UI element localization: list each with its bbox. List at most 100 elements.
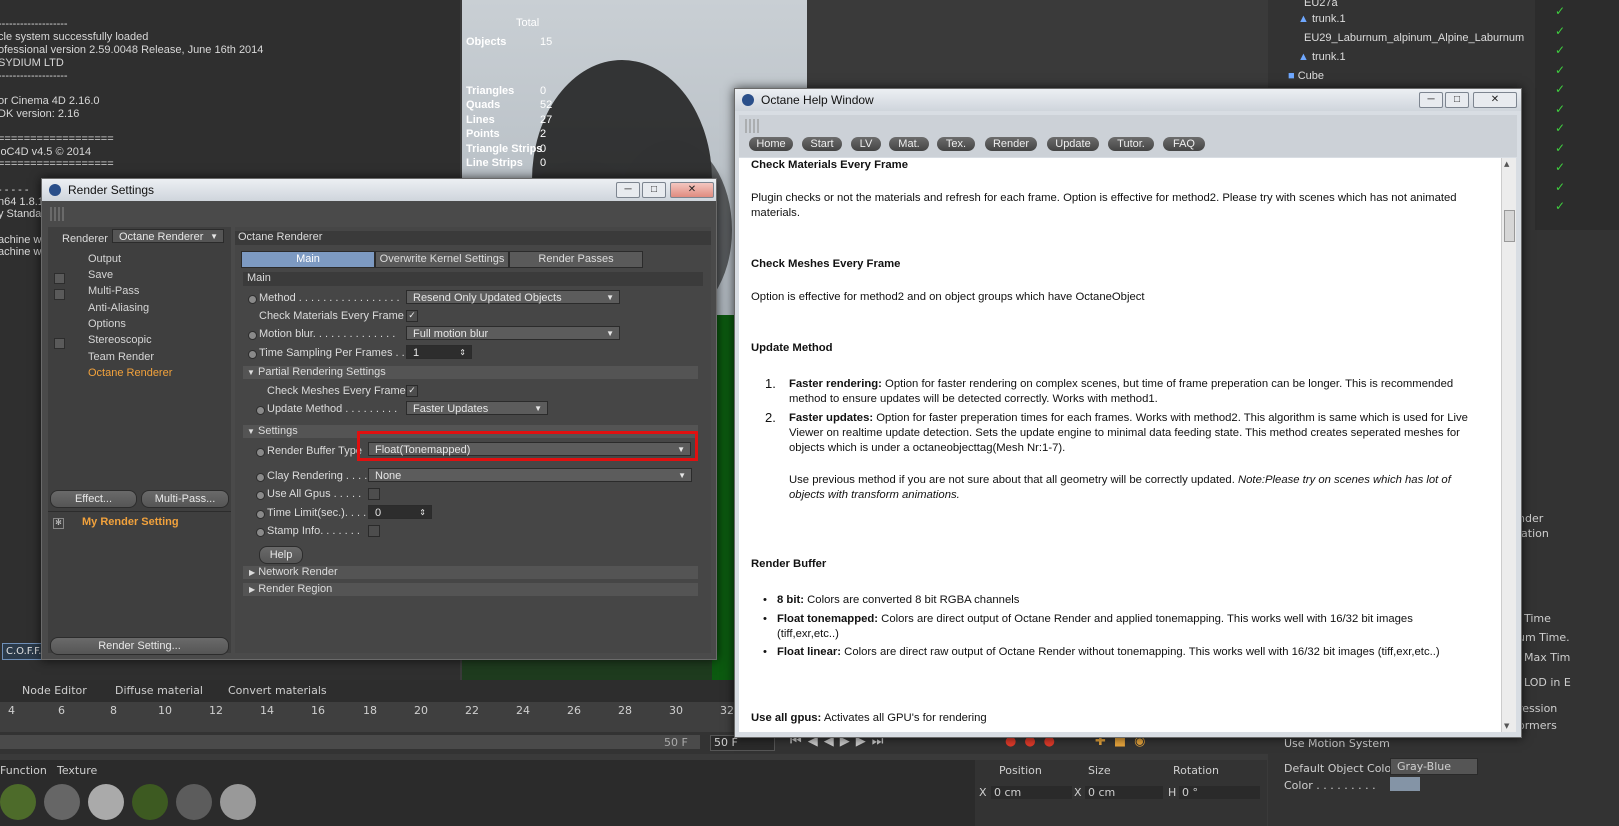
tab-node-editor[interactable]: Node Editor [22,684,87,697]
stat-label: Objects [466,36,507,48]
motion-blur-radio[interactable] [248,331,257,340]
render-region-section[interactable]: ▶ Render Region [243,583,698,596]
sidebar-item-team-render[interactable]: Team Render [88,351,154,363]
menu-texture[interactable]: Texture [57,764,97,777]
stepper-icon[interactable]: ⇕ [459,346,466,360]
sidebar-item-stereoscopic[interactable]: Stereoscopic [88,334,152,346]
rotation-h-field[interactable]: 0 ° [1179,786,1260,799]
position-x-field[interactable]: 0 cm [991,786,1072,799]
expand-icon: ▶ [249,568,256,577]
check-meshes-checkbox[interactable]: ✓ [406,385,418,397]
update-method-dropdown[interactable]: Faster Updates ▼ [406,401,548,415]
render-setting-button[interactable]: Render Setting... [50,637,229,655]
size-x-field[interactable]: 0 cm [1085,786,1163,799]
maximize-button[interactable]: □ [1445,92,1469,108]
object-item[interactable]: EU29_Laburnum_alpinum_Alpine_Laburnum [1304,29,1524,47]
object-item[interactable]: ■ Cube [1288,67,1324,85]
maximize-button[interactable]: □ [642,182,666,198]
tick-label: 30 [669,704,683,717]
default-color-dropdown[interactable]: Gray-Blue [1390,758,1478,775]
nav-lv-button[interactable]: LV [851,137,881,151]
grip-icon[interactable] [745,119,761,133]
color-swatch[interactable] [1390,777,1420,791]
time-sampling-field[interactable]: 1 ⇕ [406,345,472,359]
object-item[interactable]: ▲ trunk.1 [1298,10,1346,28]
method-dropdown[interactable]: Resend Only Updated Objects ▼ [406,290,620,304]
effect-button[interactable]: Effect... [50,490,137,508]
clay-radio[interactable] [256,473,265,482]
render-settings-titlebar[interactable]: Render Settings ─ □ ✕ [42,179,716,201]
coord-axis: X [1074,786,1082,799]
nav-mat-button[interactable]: Mat. [889,137,929,151]
stamp-checkbox[interactable] [368,525,380,537]
minimize-button[interactable]: ─ [616,182,640,198]
renderer-dropdown[interactable]: Octane Renderer ▼ [112,229,224,243]
tick-label: 18 [363,704,377,717]
multipass-checkbox[interactable] [54,289,65,300]
all-gpus-radio[interactable] [256,491,265,500]
timeline-ruler[interactable]: 4 6 8 10 12 14 16 18 20 22 24 26 28 30 3… [0,702,735,732]
scroll-down-icon[interactable]: ▼ [1504,722,1509,730]
coord-header-size: Size [1088,764,1111,777]
tab-diffuse-material[interactable]: Diffuse material [115,684,203,697]
network-render-section[interactable]: ▶ Network Render [243,566,698,579]
renderer-label: Renderer [62,233,108,245]
close-button[interactable]: ✕ [1473,92,1517,108]
frame-slider[interactable] [0,735,700,749]
sidebar-item-options[interactable]: Options [88,318,126,330]
help-button[interactable]: Help [259,546,303,564]
color-label: Color . . . . . . . . . [1284,779,1376,792]
default-color-label: Default Object Color [1284,762,1396,775]
scrollbar-thumb[interactable] [1504,210,1515,242]
method-radio[interactable] [248,295,257,304]
list-item: Faster rendering: Option for faster rend… [789,378,1454,405]
motion-blur-dropdown[interactable]: Full motion blur ▼ [406,326,620,340]
stamp-radio[interactable] [256,528,265,537]
nav-home-button[interactable]: Home [749,137,793,151]
time-sampling-radio[interactable] [248,350,257,359]
scroll-up-icon[interactable]: ▲ [1504,160,1509,168]
time-limit-radio[interactable] [256,510,265,519]
nav-render-button[interactable]: Render [985,137,1037,151]
sidebar-item-antialiasing[interactable]: Anti-Aliasing [88,302,149,314]
nav-faq-button[interactable]: FAQ [1163,137,1205,151]
stepper-icon[interactable]: ⇕ [419,506,426,520]
check-icons[interactable]: ✓ ✓ ✓ ✓ ✓ ✓ ✓ ✓ ✓ ✓ ✓ [1555,2,1565,217]
sidebar-item-save[interactable]: Save [88,269,113,281]
partial-rendering-section[interactable]: ▼ Partial Rendering Settings [243,366,698,379]
clay-dropdown[interactable]: None ▼ [368,468,692,482]
render-setting-item[interactable]: My Render Setting [82,516,179,528]
tab-convert-materials[interactable]: Convert materials [228,684,327,697]
time-limit-field[interactable]: 0 ⇕ [368,505,432,519]
minimize-button[interactable]: ─ [1419,92,1443,108]
sidebar-item-output[interactable]: Output [88,253,121,265]
menu-function[interactable]: Function [0,764,47,777]
multipass-button[interactable]: Multi-Pass... [141,490,229,508]
save-checkbox[interactable] [54,273,65,284]
heading-update-method: Update Method [751,342,833,354]
stereoscopic-checkbox[interactable] [54,338,65,349]
buffer-type-radio[interactable] [256,448,265,457]
close-button[interactable]: ✕ [670,182,714,198]
tab-overwrite-kernel[interactable]: Overwrite Kernel Settings [375,251,509,268]
stat-label: Line Strips [466,157,523,169]
tab-render-passes[interactable]: Render Passes [509,251,643,268]
nav-start-button[interactable]: Start [802,137,842,151]
object-item[interactable]: ▲ trunk.1 [1298,48,1346,66]
check-materials-checkbox[interactable]: ✓ [406,310,418,322]
sidebar-item-multipass[interactable]: Multi-Pass [88,285,139,297]
sidebar-item-octane-renderer[interactable]: Octane Renderer [88,367,172,379]
nav-tex-button[interactable]: Tex. [937,137,975,151]
tab-main[interactable]: Main [241,251,375,268]
material-thumbnails[interactable] [0,784,280,826]
update-method-radio[interactable] [256,406,265,415]
nav-tutor-button[interactable]: Tutor. [1108,137,1154,151]
console-line: ------------------- [0,70,68,82]
help-scrollbar[interactable]: ▲ ▼ [1501,158,1516,732]
list-item: • Float tonemapped: Colors are direct out… [763,613,1413,640]
all-gpus-checkbox[interactable] [368,488,380,500]
stats-header: Total [516,17,540,29]
help-titlebar[interactable]: Octane Help Window ─ □ ✕ [735,89,1521,111]
grip-icon[interactable] [50,207,66,221]
nav-update-button[interactable]: Update [1047,137,1099,151]
